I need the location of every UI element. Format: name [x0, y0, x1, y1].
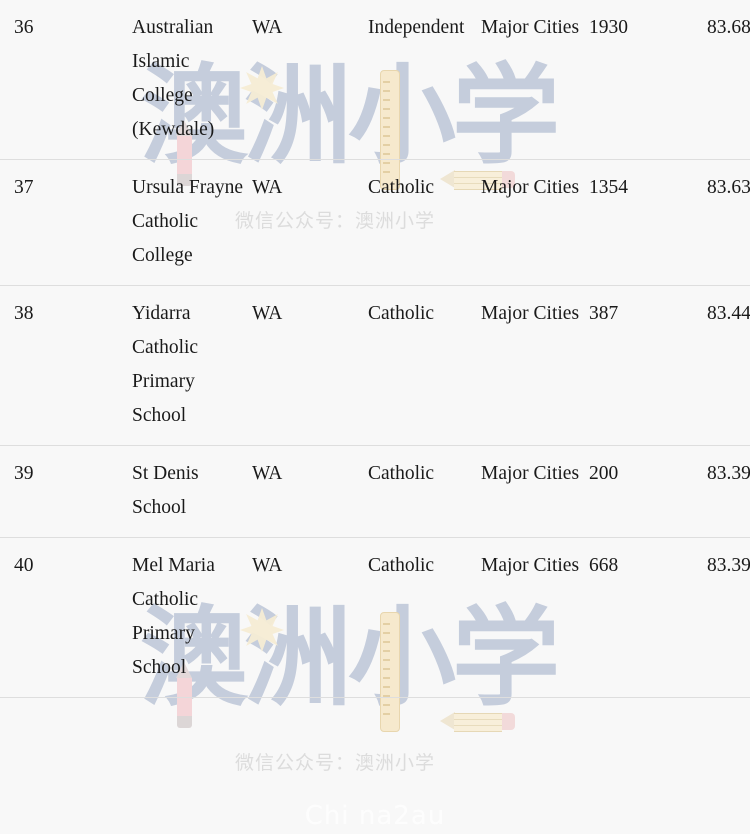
cell-enrolment: 668 [589, 537, 707, 698]
table-row[interactable]: 38 Yidarra Catholic Primary School WA Ca… [0, 285, 750, 446]
ranking-table-container: Chi na2au 澳洲小学 微信公众号：澳洲小学 澳洲小学 微信公众号：澳洲小… [0, 0, 750, 834]
table-row[interactable]: 40 Mel Maria Catholic Primary School WA … [0, 537, 750, 698]
cell-school: St Denis School [132, 445, 252, 538]
table-body: 36 Australian Islamic College (Kewdale) … [0, 0, 750, 698]
cell-rank: 40 [0, 537, 132, 698]
pencil-horizontal-icon-2 [440, 712, 518, 732]
cell-score: 83.63% [707, 159, 750, 286]
cell-sector: Catholic [368, 445, 481, 538]
cell-rank: 36 [0, 0, 132, 160]
watermark-bottom-text: Chi na2au [304, 801, 446, 831]
cell-state: WA [252, 285, 368, 446]
cell-state: WA [252, 0, 368, 160]
cell-enrolment: 1354 [589, 159, 707, 286]
cell-sector: Catholic [368, 537, 481, 698]
cell-school: Ursula Frayne Catholic College [132, 159, 252, 286]
cell-region: Major Cities [481, 0, 589, 160]
school-ranking-table: 36 Australian Islamic College (Kewdale) … [0, 0, 750, 698]
cell-score: 83.39% [707, 445, 750, 538]
cell-sector: Independent [368, 0, 481, 160]
cell-region: Major Cities [481, 537, 589, 698]
cell-rank: 38 [0, 285, 132, 446]
table-row[interactable]: 36 Australian Islamic College (Kewdale) … [0, 0, 750, 160]
cell-school: Australian Islamic College (Kewdale) [132, 0, 252, 160]
cell-enrolment: 387 [589, 285, 707, 446]
table-row[interactable]: 37 Ursula Frayne Catholic College WA Cat… [0, 159, 750, 286]
table-row[interactable]: 39 St Denis School WA Catholic Major Cit… [0, 445, 750, 538]
cell-score: 83.44% [707, 285, 750, 446]
cell-sector: Catholic [368, 159, 481, 286]
cell-enrolment: 200 [589, 445, 707, 538]
cell-state: WA [252, 537, 368, 698]
cell-state: WA [252, 159, 368, 286]
cell-state: WA [252, 445, 368, 538]
cell-score: 83.68% [707, 0, 750, 160]
cell-region: Major Cities [481, 159, 589, 286]
cell-enrolment: 1930 [589, 0, 707, 160]
watermark-caption-bottom: 微信公众号：澳洲小学 [235, 752, 436, 774]
cell-score: 83.39% [707, 537, 750, 698]
cell-rank: 37 [0, 159, 132, 286]
cell-region: Major Cities [481, 445, 589, 538]
cell-rank: 39 [0, 445, 132, 538]
cell-school: Yidarra Catholic Primary School [132, 285, 252, 446]
cell-sector: Catholic [368, 285, 481, 446]
cell-region: Major Cities [481, 285, 589, 446]
cell-school: Mel Maria Catholic Primary School [132, 537, 252, 698]
